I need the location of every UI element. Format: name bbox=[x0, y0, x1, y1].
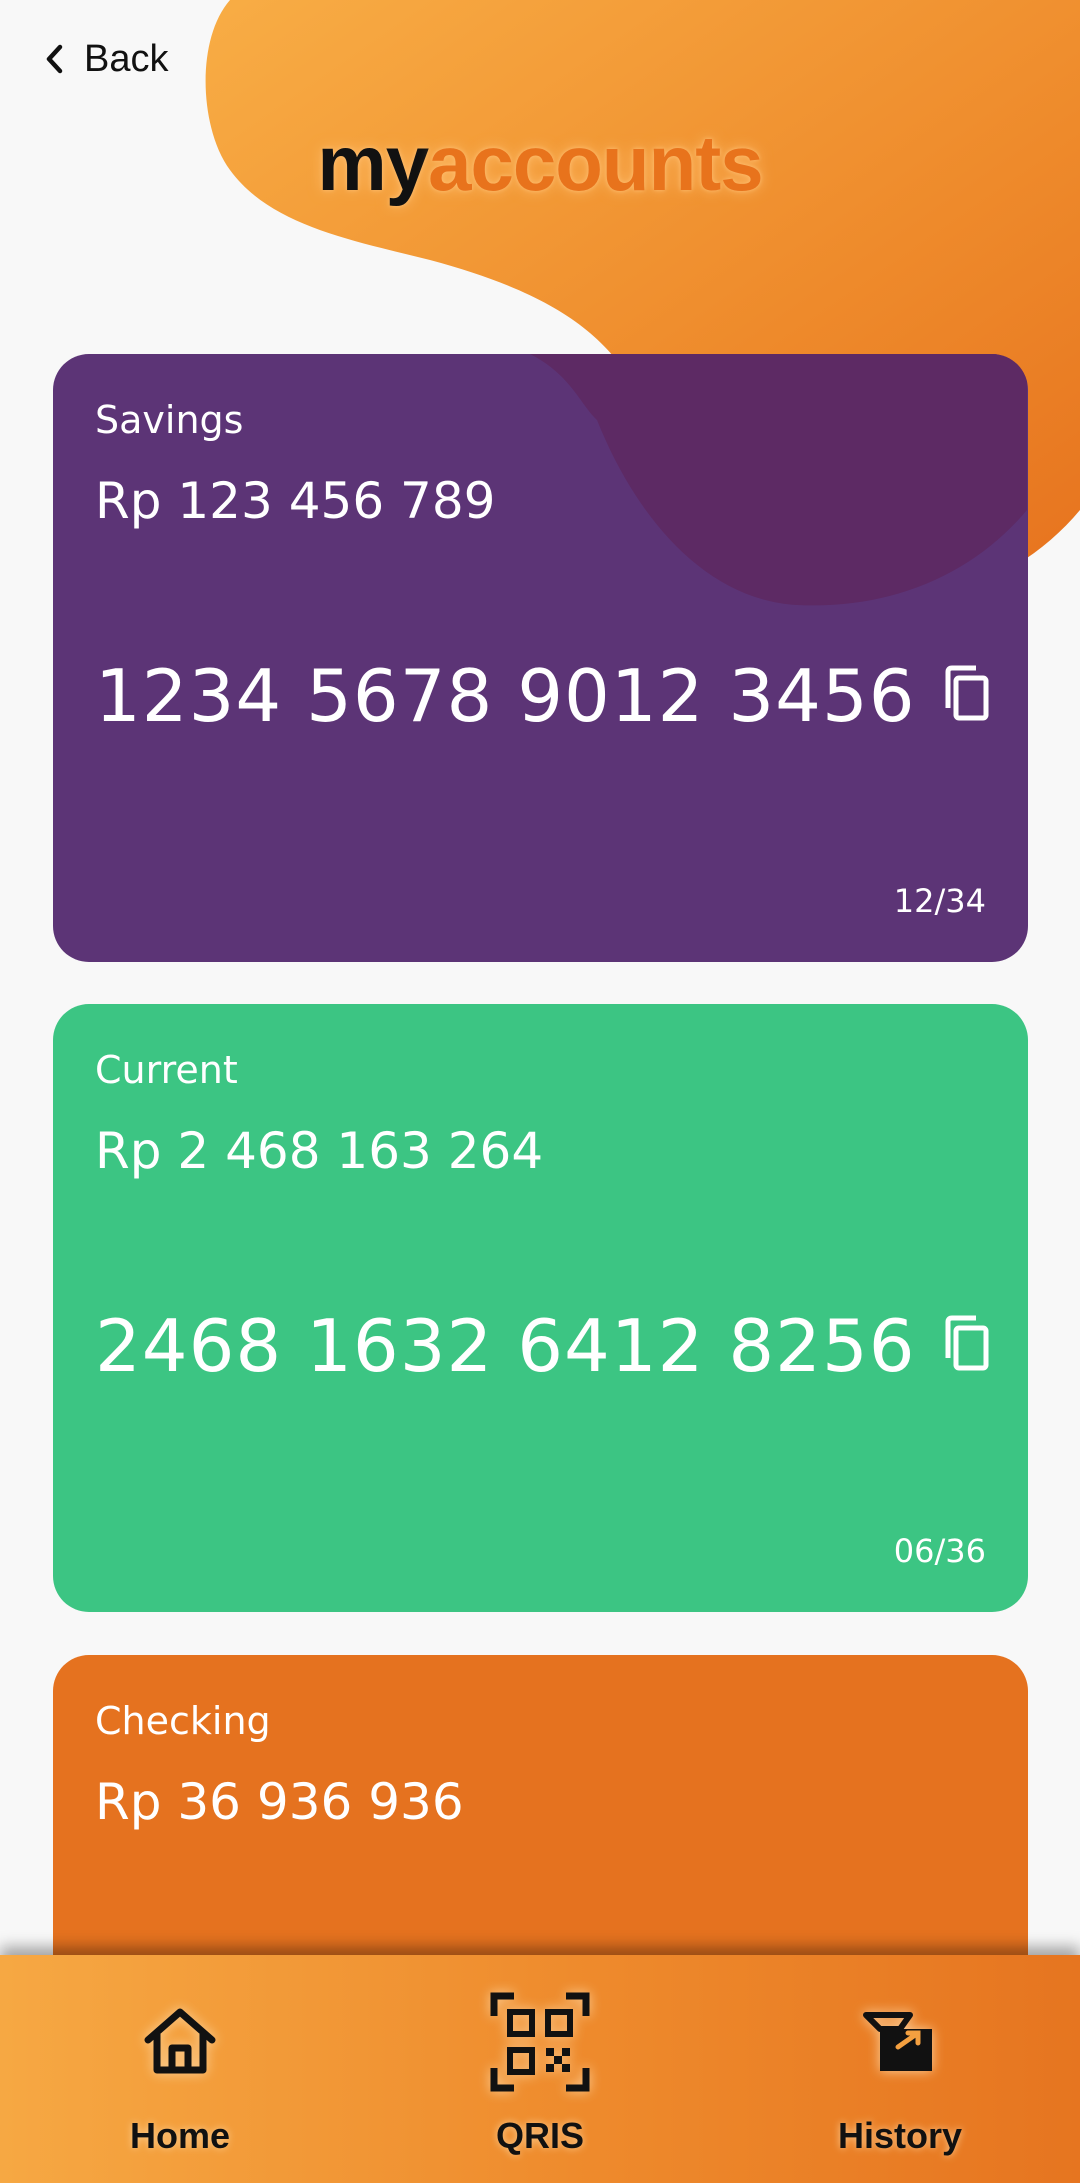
account-type: Savings bbox=[95, 398, 244, 442]
nav-item-home[interactable]: Home bbox=[0, 1955, 360, 2183]
nav-label-history: History bbox=[837, 2115, 963, 2156]
home-icon bbox=[144, 2008, 216, 2074]
account-balance: Rp 36 936 936 bbox=[95, 1773, 464, 1831]
account-balance: Rp 123 456 789 bbox=[95, 472, 496, 530]
history-icon bbox=[863, 2012, 932, 2071]
bottom-nav: Home QRIS History bbox=[0, 1955, 1080, 2183]
nav-label-qris: QRIS bbox=[495, 2115, 584, 2156]
account-number: 1234 5678 9012 3456 bbox=[95, 654, 916, 738]
title-suffix: accounts bbox=[428, 119, 763, 207]
account-balance: Rp 2 468 163 264 bbox=[95, 1122, 544, 1180]
card-expiry: 12/34 bbox=[893, 882, 986, 920]
back-button[interactable]: Back bbox=[40, 30, 168, 88]
account-card-savings[interactable]: Savings Rp 123 456 789 1234 5678 9012 34… bbox=[53, 354, 1028, 962]
account-type: Checking bbox=[95, 1699, 271, 1743]
account-number: 2468 1632 6412 8256 bbox=[95, 1304, 916, 1388]
copy-icon[interactable] bbox=[940, 664, 996, 728]
account-type: Current bbox=[95, 1048, 238, 1092]
account-card-current[interactable]: Current Rp 2 468 163 264 2468 1632 6412 … bbox=[53, 1004, 1028, 1612]
title-prefix: my bbox=[317, 119, 429, 207]
page-title: myaccounts bbox=[0, 118, 1080, 209]
nav-item-history[interactable]: History bbox=[720, 1955, 1080, 2183]
qr-code-icon bbox=[490, 1992, 590, 2092]
nav-item-qris[interactable]: QRIS bbox=[360, 1955, 720, 2183]
chevron-left-icon bbox=[46, 44, 63, 74]
account-number-row: 2468 1632 6412 8256 bbox=[95, 1304, 996, 1388]
nav-label-home: Home bbox=[129, 2115, 231, 2156]
copy-icon[interactable] bbox=[940, 1314, 996, 1378]
card-expiry: 06/36 bbox=[893, 1532, 986, 1570]
back-label: Back bbox=[84, 37, 169, 80]
account-number-row: 1234 5678 9012 3456 bbox=[95, 654, 996, 738]
